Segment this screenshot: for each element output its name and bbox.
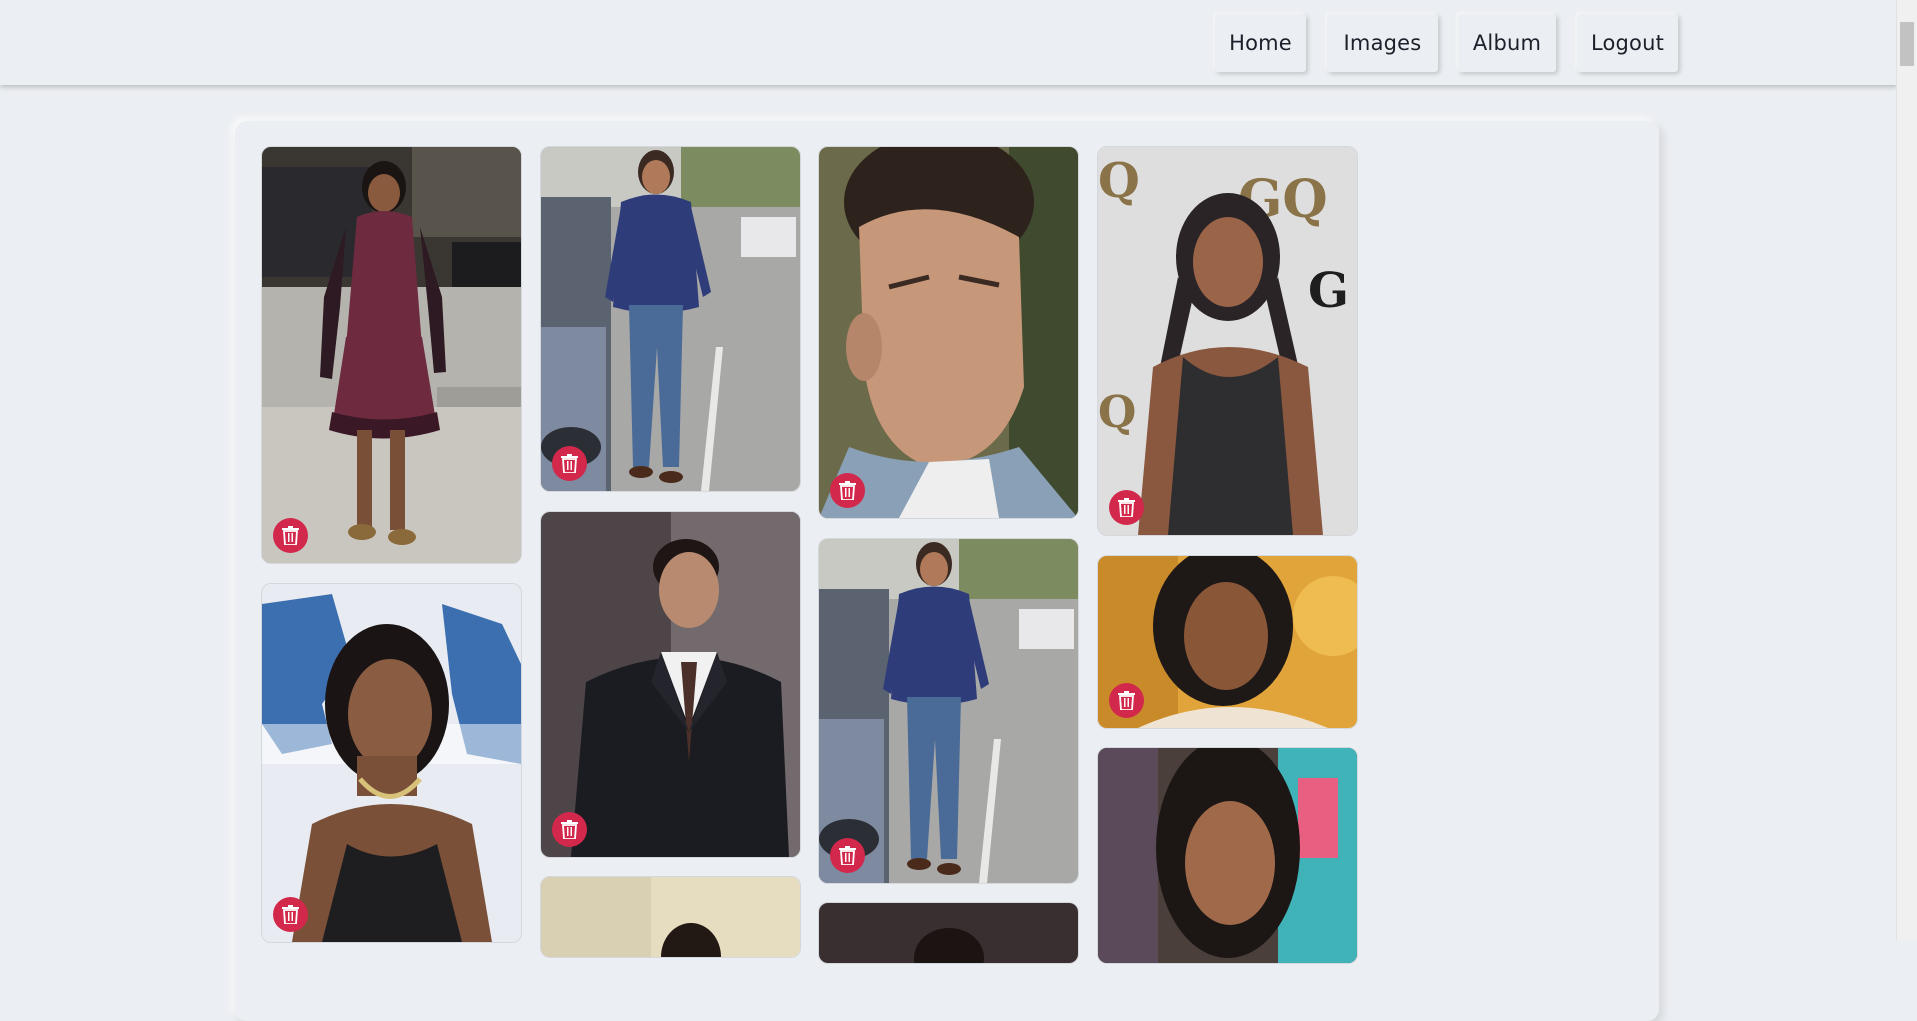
gallery-image-tile[interactable] — [540, 876, 801, 958]
delete-image-button[interactable] — [1109, 683, 1144, 718]
trash-icon — [561, 820, 578, 839]
page-scrollbar[interactable] — [1896, 0, 1917, 941]
photo-man-partial-dark — [819, 903, 1078, 963]
photo-man-walking-street — [819, 539, 1078, 883]
photo-man-partial — [541, 877, 800, 957]
gallery-image-tile[interactable] — [261, 583, 522, 943]
svg-text:Q: Q — [1098, 153, 1140, 209]
trash-icon — [1118, 691, 1135, 710]
delete-image-button[interactable] — [273, 897, 308, 932]
photo-woman-gq-event: Q GQ G Q — [1098, 147, 1357, 535]
trash-icon — [839, 481, 856, 500]
gallery-image-tile[interactable] — [261, 146, 522, 564]
photo-man-closeup — [819, 147, 1078, 518]
photo-man-walking-street — [541, 147, 800, 491]
svg-text:Q: Q — [1098, 387, 1136, 438]
delete-image-button[interactable] — [552, 446, 587, 481]
nav-album-button[interactable]: Album — [1458, 14, 1556, 72]
delete-image-button[interactable] — [830, 473, 865, 508]
nav-images-button[interactable]: Images — [1327, 14, 1438, 72]
svg-text:G: G — [1308, 263, 1349, 319]
gallery-image-tile[interactable] — [1097, 555, 1358, 729]
photo-woman-purple-dress — [262, 147, 521, 563]
gallery-image-tile[interactable]: Q GQ G Q — [1097, 146, 1358, 536]
trash-icon — [1118, 498, 1135, 517]
scrollbar-thumb[interactable] — [1900, 22, 1914, 66]
photo-woman-colorful-backdrop — [1098, 748, 1357, 963]
nav-logout-button[interactable]: Logout — [1577, 14, 1678, 72]
delete-image-button[interactable] — [1109, 490, 1144, 525]
trash-icon — [839, 846, 856, 865]
trash-icon — [282, 905, 299, 924]
delete-image-button[interactable] — [830, 838, 865, 873]
photo-man-black-suit — [541, 512, 800, 857]
gallery-image-tile[interactable] — [818, 146, 1079, 519]
top-navigation-bar: Home Images Album Logout — [0, 0, 1897, 85]
delete-image-button[interactable] — [273, 518, 308, 553]
gallery-image-tile[interactable] — [818, 538, 1079, 884]
gallery-image-tile[interactable] — [540, 511, 801, 858]
trash-icon — [561, 454, 578, 473]
gallery-image-tile[interactable] — [818, 902, 1079, 964]
delete-image-button[interactable] — [552, 812, 587, 847]
gallery-image-tile[interactable] — [1097, 747, 1358, 964]
gallery-image-tile[interactable] — [540, 146, 801, 492]
nav-home-button[interactable]: Home — [1215, 14, 1306, 72]
photo-woman-black-top-autism-event — [262, 584, 521, 942]
trash-icon — [282, 526, 299, 545]
